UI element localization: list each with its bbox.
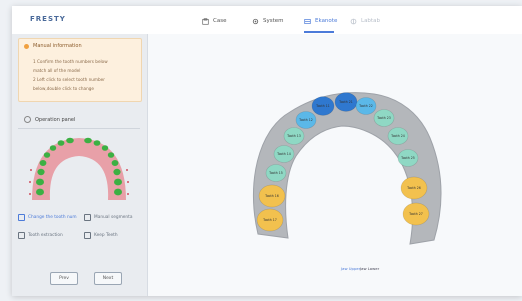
gum-arch	[32, 138, 126, 200]
tooth-label: Tooth 15	[268, 171, 283, 175]
keep-icon	[84, 231, 91, 239]
tooth[interactable]: Tooth 17	[256, 208, 284, 232]
jaw-lower-toggle[interactable]: Jaw Lower	[360, 266, 379, 271]
tooth-marker	[36, 178, 44, 186]
tooth[interactable]: Tooth 12	[295, 111, 317, 129]
tooth[interactable]: Tooth 14	[273, 145, 295, 163]
app-window: FRESTY Case System Ekanote Labtab Manual…	[12, 6, 522, 296]
tooth[interactable]: Tooth 27	[402, 202, 430, 226]
nav-ekanote[interactable]: Ekanote	[304, 15, 337, 27]
tooth-label: Tooth 23	[376, 116, 391, 120]
tooth-marker	[107, 152, 115, 158]
tooth-label: Tooth 27	[408, 212, 423, 216]
manual-segmentation-label: Manual segmenta	[94, 214, 133, 220]
tooth-marker	[101, 145, 109, 151]
next-button-label: Next	[102, 276, 114, 281]
notice-line: match all of the model	[33, 68, 81, 73]
tooth-arch-diagram[interactable]	[18, 132, 140, 204]
tooth-marker	[36, 188, 44, 196]
tooth-label: Tooth 14	[276, 152, 291, 156]
tooth-marker	[37, 168, 45, 176]
tooth-label: Tooth 24	[390, 134, 405, 138]
tooth-marker	[93, 140, 101, 146]
change-tooth-number-label: Change the tooth num	[28, 214, 77, 220]
tooth-marker	[84, 137, 92, 144]
tooth-label: Tooth 26	[406, 186, 421, 190]
jaw-upper-toggle[interactable]: Jaw Upper	[341, 266, 360, 271]
nav-ekanote-label: Ekanote	[315, 18, 338, 24]
gear-icon	[252, 18, 259, 24]
tooth[interactable]: Tooth 13	[283, 127, 305, 145]
jaw-upper-label: Jaw Upper	[341, 266, 361, 271]
tooth[interactable]: Tooth 22	[355, 97, 377, 115]
tooth-marker	[114, 188, 122, 196]
tooth[interactable]: Tooth 11	[311, 96, 335, 116]
active-tab-indicator	[304, 31, 334, 33]
tooth-marker	[39, 160, 47, 166]
tooth-label: Tooth 16	[264, 194, 279, 198]
tooth-marker	[113, 168, 121, 176]
tooth-label: Tooth 17	[262, 218, 277, 222]
tooth[interactable]: Tooth 26	[400, 176, 428, 200]
jaw-model[interactable]: Tooth 17 Tooth 16 Tooth 15 Tooth 14 Tooth 13…	[148, 34, 522, 296]
extract-icon	[18, 231, 25, 239]
nav-labtab[interactable]: Labtab	[350, 15, 380, 27]
tooth[interactable]: Tooth 24	[387, 127, 409, 145]
tooth-label: Tooth 25	[400, 156, 415, 160]
notice-line: 2 Left click to select tooth number	[33, 77, 105, 82]
nav-case-label: Case	[213, 18, 227, 24]
notice-line: 1 Confirm the tooth numbers below	[33, 59, 108, 64]
3d-model-viewport[interactable]: Tooth 17 Tooth 16 Tooth 15 Tooth 14 Tooth 13…	[148, 34, 522, 296]
tooth-extraction-label: Tooth extraction	[28, 232, 63, 238]
nav-case[interactable]: Case	[202, 15, 226, 27]
keep-teeth-action[interactable]: Keep Teeth	[84, 230, 118, 240]
tooth[interactable]: Tooth 21	[334, 92, 358, 112]
operation-panel-header[interactable]: Operation panel	[24, 116, 75, 123]
lab-icon	[350, 18, 357, 24]
tooth[interactable]: Tooth 25	[397, 149, 419, 167]
tooth-marker	[111, 160, 119, 166]
tooth-label: Tooth 21	[338, 100, 353, 104]
tooth-label: Tooth 22	[358, 104, 373, 108]
warning-icon	[24, 44, 29, 49]
tooth-label: Tooth 11	[315, 104, 330, 108]
notice-line: below,double click to change	[33, 86, 94, 91]
next-button[interactable]: Next	[94, 272, 122, 285]
notice-title: Manual information	[33, 43, 82, 49]
keep-teeth-label: Keep Teeth	[94, 232, 118, 238]
manual-information-notice: Manual information 1 Confirm the tooth n…	[18, 38, 142, 102]
segment-icon	[84, 213, 91, 221]
tooth[interactable]: Tooth 23	[373, 109, 395, 127]
edit-icon	[18, 213, 25, 221]
radio-icon	[24, 116, 31, 123]
divider	[18, 128, 140, 129]
nav-labtab-label: Labtab	[361, 18, 380, 24]
tooth-marker	[57, 140, 65, 146]
manual-segmentation-action[interactable]: Manual segmenta	[84, 212, 132, 222]
tooth-label: Tooth 12	[298, 118, 313, 122]
app-logo: FRESTY	[30, 15, 66, 23]
operation-panel-title: Operation panel	[35, 116, 76, 123]
scan-icon	[304, 18, 311, 24]
change-tooth-number-action[interactable]: Change the tooth num	[18, 212, 77, 222]
tooth[interactable]: Tooth 15	[265, 164, 287, 182]
tooth-marker	[43, 152, 51, 158]
prev-button[interactable]: Prev	[50, 272, 78, 285]
jaw-lower-label: Jaw Lower	[360, 266, 380, 271]
prev-button-label: Prev	[59, 276, 69, 281]
case-icon	[202, 17, 209, 25]
nav-system[interactable]: System	[252, 15, 284, 27]
nav-system-label: System	[263, 18, 284, 24]
tooth[interactable]: Tooth 16	[258, 184, 286, 208]
tooth-extraction-action[interactable]: Tooth extraction	[18, 230, 63, 240]
tooth-marker	[66, 137, 74, 144]
tooth-marker	[114, 178, 122, 186]
tooth-marker	[49, 145, 57, 151]
tooth-label: Tooth 13	[286, 134, 301, 138]
top-navigation-bar: FRESTY Case System Ekanote Labtab	[12, 6, 522, 35]
sidebar: Manual information 1 Confirm the tooth n…	[12, 34, 148, 296]
